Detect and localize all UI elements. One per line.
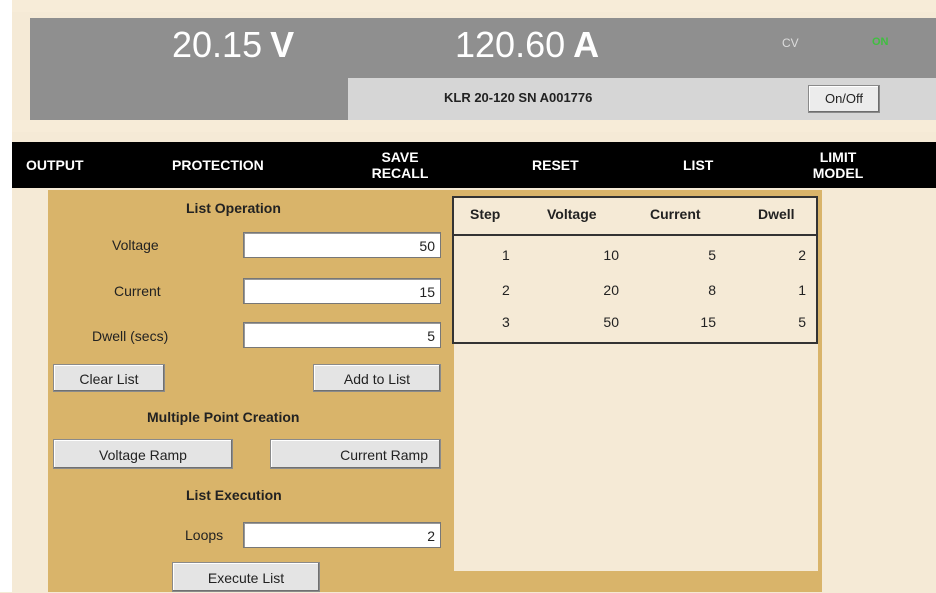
current-value: 120.60 bbox=[455, 24, 566, 65]
nav-list[interactable]: LIST bbox=[683, 157, 713, 173]
list-table: Step Voltage Current Dwell 1 10 5 2 2 20… bbox=[452, 196, 818, 344]
dwell-input[interactable]: 5 bbox=[243, 322, 441, 348]
top-edge bbox=[0, 0, 936, 12]
on-off-button[interactable]: On/Off bbox=[808, 85, 880, 113]
clear-list-button[interactable]: Clear List bbox=[53, 364, 165, 392]
voltage-readout: 20.15 V bbox=[172, 22, 294, 68]
row-2-voltage: 20 bbox=[603, 282, 619, 298]
list-operation-title: List Operation bbox=[186, 200, 281, 216]
loops-label: Loops bbox=[185, 527, 224, 543]
dwell-label: Dwell (secs) bbox=[92, 328, 169, 344]
row-1-current: 5 bbox=[708, 247, 716, 263]
output-state-indicator: ON bbox=[872, 36, 889, 48]
row-1-voltage: 10 bbox=[603, 247, 619, 263]
voltage-unit: V bbox=[270, 24, 295, 65]
header-divider bbox=[12, 120, 936, 132]
row-2-step: 2 bbox=[502, 282, 510, 298]
loops-input[interactable]: 2 bbox=[243, 522, 441, 548]
row-1-step: 1 bbox=[502, 247, 510, 263]
row-2-current: 8 bbox=[708, 282, 716, 298]
voltage-value: 20.15 bbox=[172, 24, 263, 65]
voltage-input[interactable]: 50 bbox=[243, 232, 441, 258]
voltage-ramp-button[interactable]: Voltage Ramp bbox=[53, 439, 233, 469]
row-1-dwell: 2 bbox=[798, 247, 806, 263]
nav-save-label: SAVE bbox=[381, 149, 419, 165]
header-dwell: Dwell bbox=[758, 206, 795, 222]
current-input[interactable]: 15 bbox=[243, 278, 441, 304]
row-3-dwell: 5 bbox=[798, 314, 806, 330]
nav-model-label: MODEL bbox=[812, 165, 864, 181]
nav-recall-label: RECALL bbox=[371, 165, 429, 181]
row-2-dwell: 1 bbox=[798, 282, 806, 298]
nav-reset[interactable]: RESET bbox=[532, 157, 579, 173]
table-header-divider bbox=[454, 234, 816, 236]
header-current: Current bbox=[650, 206, 701, 222]
current-label: Current bbox=[114, 283, 161, 299]
header-step: Step bbox=[470, 206, 501, 222]
status-header-lower-left bbox=[30, 78, 348, 120]
execute-list-button[interactable]: Execute List bbox=[172, 562, 320, 592]
nav-output[interactable]: OUTPUT bbox=[26, 157, 84, 173]
nav-limit-model[interactable]: LIMIT MODEL bbox=[808, 149, 868, 181]
add-to-list-button[interactable]: Add to List bbox=[313, 364, 441, 392]
nav-protection[interactable]: PROTECTION bbox=[172, 157, 264, 173]
left-edge bbox=[0, 0, 12, 592]
current-ramp-button[interactable]: Current Ramp bbox=[270, 439, 441, 469]
header-voltage: Voltage bbox=[547, 206, 597, 222]
nav-limit-label: LIMIT bbox=[819, 149, 857, 165]
nav-save-recall[interactable]: SAVE RECALL bbox=[360, 149, 440, 181]
current-readout: 120.60 A bbox=[455, 22, 599, 68]
row-3-voltage: 50 bbox=[603, 314, 619, 330]
multiple-point-title: Multiple Point Creation bbox=[147, 409, 300, 425]
main-nav: OUTPUT PROTECTION SAVE RECALL RESET LIST… bbox=[12, 142, 936, 188]
row-3-step: 3 bbox=[502, 314, 510, 330]
model-serial-label: KLR 20-120 SN A001776 bbox=[444, 90, 593, 105]
voltage-label: Voltage bbox=[112, 237, 159, 253]
row-3-current: 15 bbox=[700, 314, 716, 330]
list-execution-title: List Execution bbox=[186, 487, 282, 503]
mode-indicator: CV bbox=[782, 36, 799, 50]
current-unit: A bbox=[573, 24, 600, 65]
